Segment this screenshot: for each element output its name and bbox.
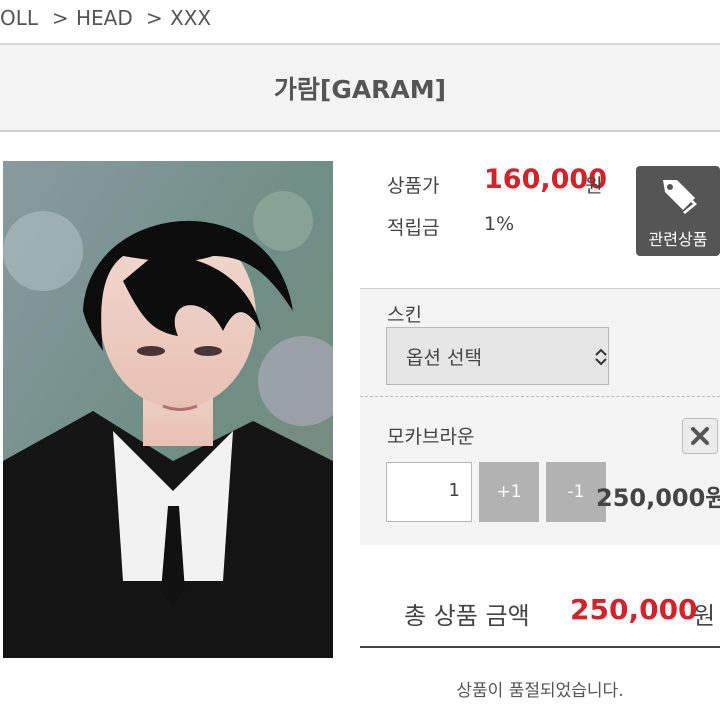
divider [360, 646, 720, 648]
breadcrumb-item-doll[interactable]: OLL [0, 6, 38, 30]
skin-select-value: 옵션 선택 [406, 347, 482, 369]
close-icon [691, 427, 709, 445]
breadcrumb: OLL > HEAD > XXX [0, 4, 720, 34]
price-unit: 원 [585, 175, 603, 197]
breadcrumb-item-xxx[interactable]: XXX [170, 6, 211, 30]
breadcrumb-separator: > [52, 6, 69, 30]
breadcrumb-separator: > [146, 6, 163, 30]
divider [360, 396, 720, 397]
breadcrumb-item-head[interactable]: HEAD [76, 6, 133, 30]
total-unit: 원 [693, 602, 716, 630]
soldout-notice: 상품이 품절되었습니다. [456, 681, 624, 701]
points-value: 1% [484, 213, 515, 235]
remove-option-button[interactable] [682, 418, 718, 454]
quantity-plus-label: +1 [496, 482, 522, 502]
price-label: 상품가 [387, 175, 440, 197]
related-products-label: 관련상품 [648, 230, 708, 249]
select-chevron-icon [595, 348, 607, 366]
selected-option-name: 모카브라운 [387, 426, 475, 448]
product-photo [3, 161, 333, 658]
total-label: 총 상품 금액 [404, 602, 530, 630]
total-price: 250,000 [570, 593, 698, 626]
quantity-value: 1 [448, 480, 460, 501]
option-line-price: 250,000원 [596, 484, 720, 512]
divider [0, 130, 720, 132]
points-label: 적립금 [387, 217, 440, 239]
tag-icon [663, 180, 697, 214]
page-title: 가람[GARAM] [273, 75, 447, 104]
skin-label: 스킨 [387, 304, 422, 326]
